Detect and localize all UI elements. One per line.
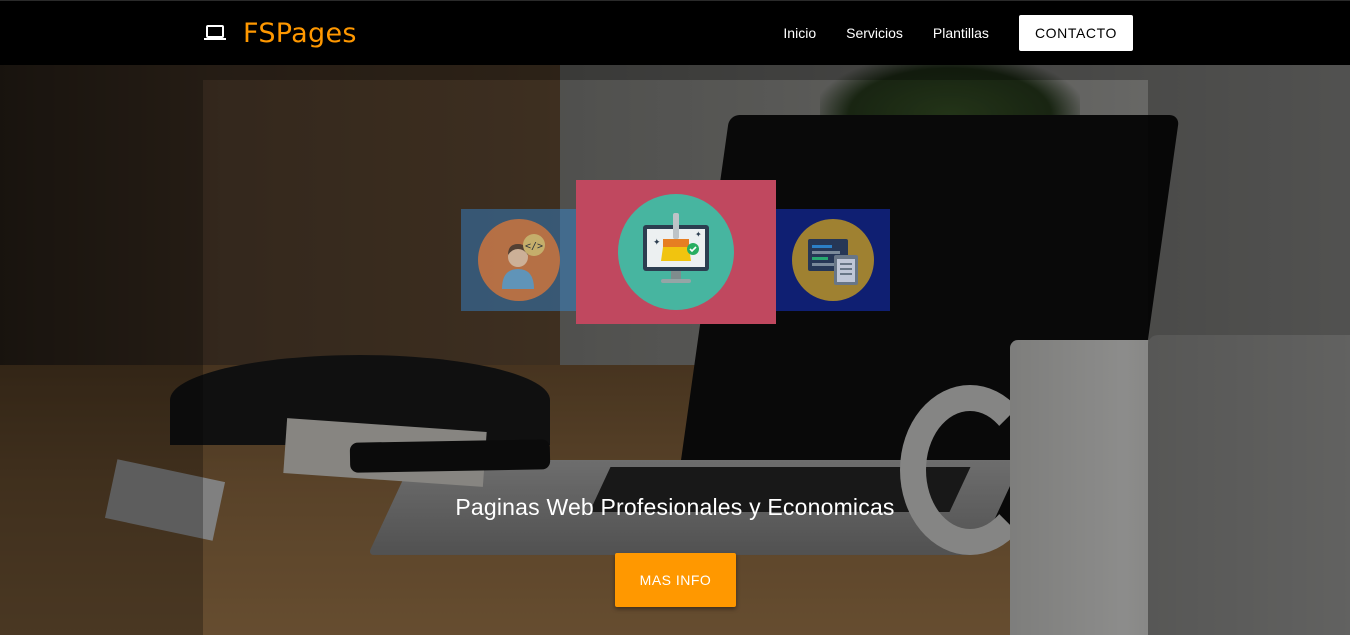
brand-name: FSPages [243, 17, 357, 49]
mas-info-button[interactable]: MAS INFO [615, 553, 736, 607]
svg-text:✦: ✦ [695, 230, 702, 239]
nav-link-servicios[interactable]: Servicios [846, 15, 903, 51]
nav-links: Inicio Servicios Plantillas CONTACTO [753, 15, 1133, 51]
svg-text:</>: </> [524, 241, 542, 252]
svg-text:✦: ✦ [653, 237, 661, 247]
hero-background [0, 65, 1350, 635]
code-clipboard-icon [792, 219, 874, 301]
nav-link-plantillas[interactable]: Plantillas [933, 15, 989, 51]
laptop-icon [204, 25, 226, 40]
carousel-slide-templates[interactable] [776, 209, 890, 311]
carousel-slide-developer[interactable]: </> [461, 209, 576, 311]
nav-link-inicio[interactable]: Inicio [783, 15, 816, 51]
developer-person-icon: </> [477, 219, 560, 301]
hero-title: Paginas Web Profesionales y Economicas [455, 494, 895, 520]
contacto-button[interactable]: CONTACTO [1018, 15, 1133, 51]
carousel-slide-web-maintenance[interactable]: ✦ ✦ [576, 180, 776, 324]
brand-logo-link[interactable]: FSPages [203, 14, 357, 52]
navbar: FSPages Inicio Servicios Plantillas CONT… [0, 0, 1350, 65]
monitor-cleaning-brush-icon: ✦ ✦ [618, 194, 734, 310]
